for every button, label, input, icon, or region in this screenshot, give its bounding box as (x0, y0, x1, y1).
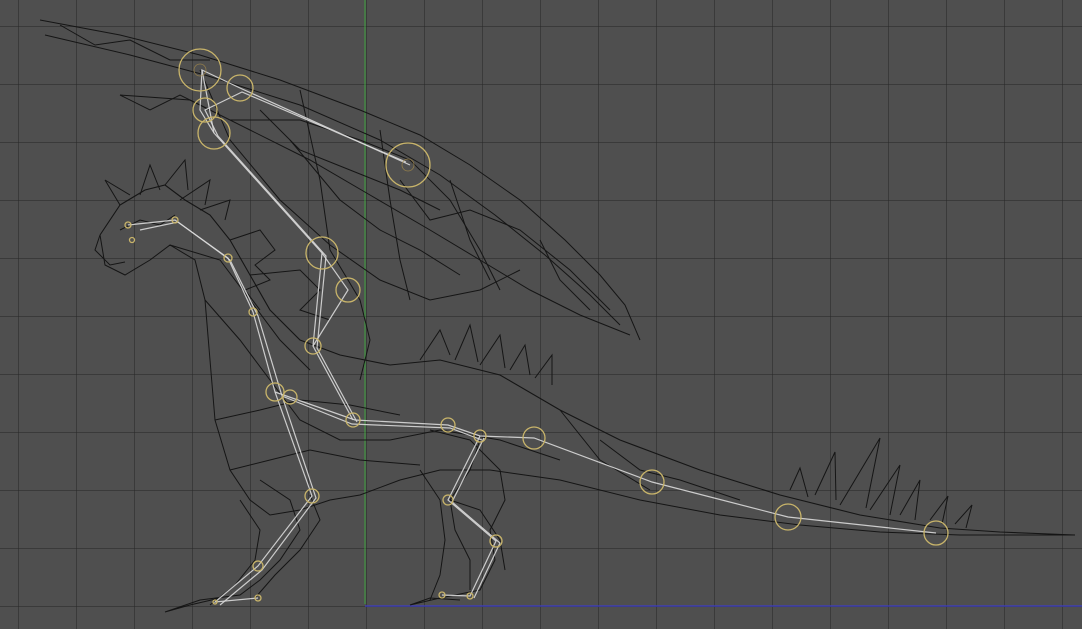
dragon-body-mesh (94, 158, 1076, 613)
dragon-wing-mesh (39, 19, 641, 381)
armature-bones (127, 68, 937, 606)
joint-jaw (128, 236, 136, 244)
3d-viewport[interactable] (0, 0, 1082, 629)
wireframe-scene[interactable] (0, 0, 1082, 629)
